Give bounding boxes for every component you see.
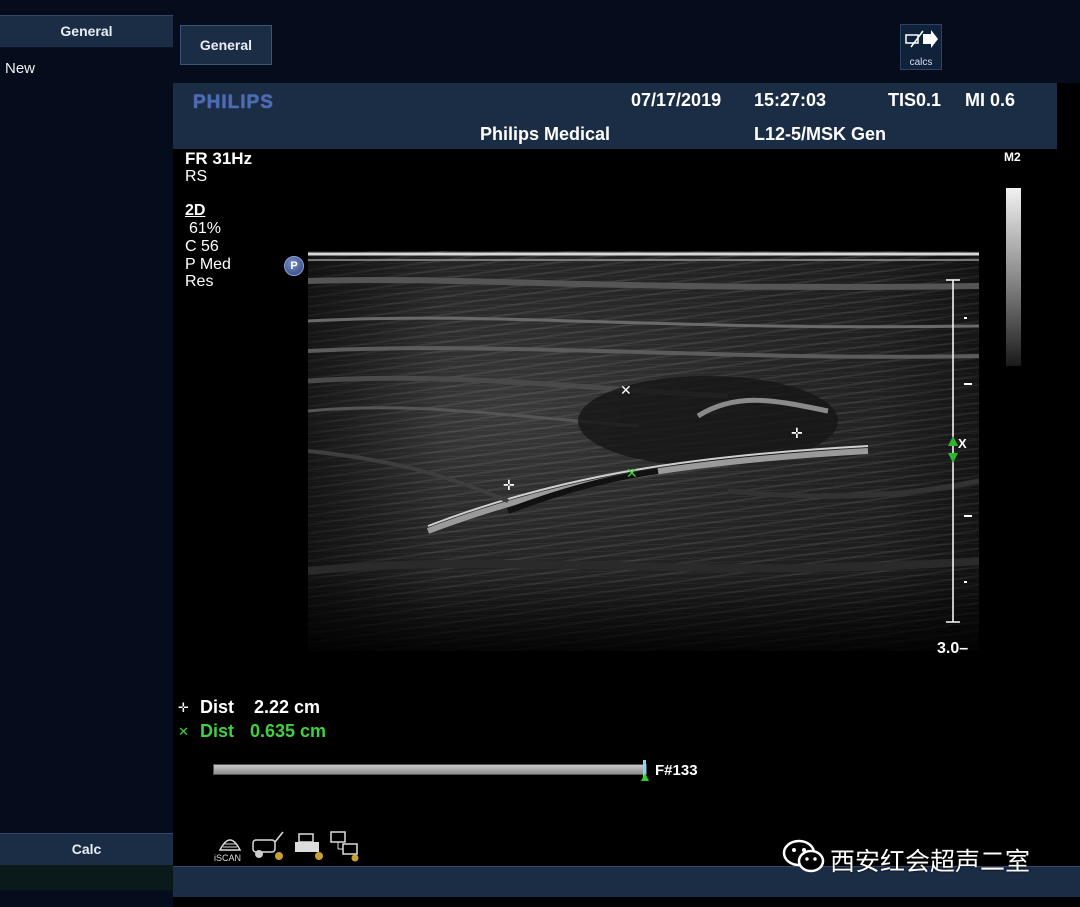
watermark-text: 西安红会超声二室: [830, 847, 1031, 876]
persistence-value: P Med: [185, 256, 231, 273]
gain-value: 61%: [189, 220, 222, 237]
watermark: 西安红会超声二室: [782, 838, 1030, 878]
cine-scrollbar[interactable]: [213, 764, 647, 775]
tis-value: TIS0.1: [888, 90, 942, 110]
measurement-value: 0.635 cm: [250, 721, 327, 741]
caliper-x-1[interactable]: ✕: [620, 383, 632, 397]
exam-time: 15:27:03: [754, 90, 827, 110]
calcs-arrow-icon: [905, 30, 938, 48]
grayscale-bar: [1006, 188, 1021, 366]
left-sidebar: [0, 0, 173, 907]
exam-date: 07/17/2019: [631, 90, 722, 110]
probe-preset: L12-5/MSK Gen: [754, 124, 887, 144]
sidebar-tab-general[interactable]: General: [0, 15, 173, 48]
caliper-plus-symbol: ✛: [178, 700, 189, 715]
sidebar-tab-calc[interactable]: Calc: [0, 833, 173, 865]
tissue-texture: [308, 252, 979, 575]
measurement-value: 2.22 cm: [254, 697, 321, 717]
frame-rate: FR 31Hz: [185, 149, 253, 168]
rs-indicator: RS: [185, 168, 208, 185]
focus-marker-label: X: [958, 436, 967, 451]
transducer-connector-icon[interactable]: [249, 828, 285, 862]
measurement-name: Dist: [200, 721, 235, 741]
mi-value: MI 0.6: [965, 90, 1016, 110]
measurement-dist-1: ✛ Dist 2.22 cm: [178, 697, 320, 718]
wechat-icon: [782, 839, 825, 873]
sidebar-item-new[interactable]: New: [5, 60, 35, 77]
caliper-plus-1[interactable]: ✛: [503, 478, 515, 492]
compression-value: C 56: [185, 238, 219, 255]
calc-panel: [0, 865, 173, 890]
institution-name: Philips Medical: [480, 124, 611, 144]
probe-orientation-badge: P: [284, 256, 304, 276]
measurement-name: Dist: [200, 697, 235, 717]
calcs-button[interactable]: calcs: [900, 24, 942, 70]
calcs-label: calcs: [909, 57, 933, 68]
resolution-value: Res: [185, 273, 214, 290]
measurement-dist-2: ✕ Dist 0.635 cm: [178, 721, 326, 742]
ultrasound-image[interactable]: ✕ ✕ ✛ ✛: [308, 251, 979, 651]
printer-icon[interactable]: [291, 828, 327, 862]
general-button[interactable]: General: [180, 25, 272, 65]
cine-position-arrow: [641, 773, 649, 781]
iscan-label: iSCAN: [214, 853, 242, 863]
mode-2d: 2D: [185, 202, 206, 219]
caliper-x-symbol: ✕: [178, 724, 189, 739]
caliper-plus-2[interactable]: ✛: [791, 426, 803, 440]
caliper-x-2[interactable]: ✕: [626, 466, 638, 480]
grayscale-map-label: M2: [1004, 150, 1021, 164]
philips-logo: PHILIPS: [193, 92, 274, 113]
network-computer-icon[interactable]: [327, 828, 363, 862]
frame-number: F#133: [655, 762, 698, 779]
top-toolbar: [173, 0, 1080, 83]
depth-scale: X: [946, 279, 972, 623]
max-depth-label: 3.0–: [937, 640, 969, 657]
